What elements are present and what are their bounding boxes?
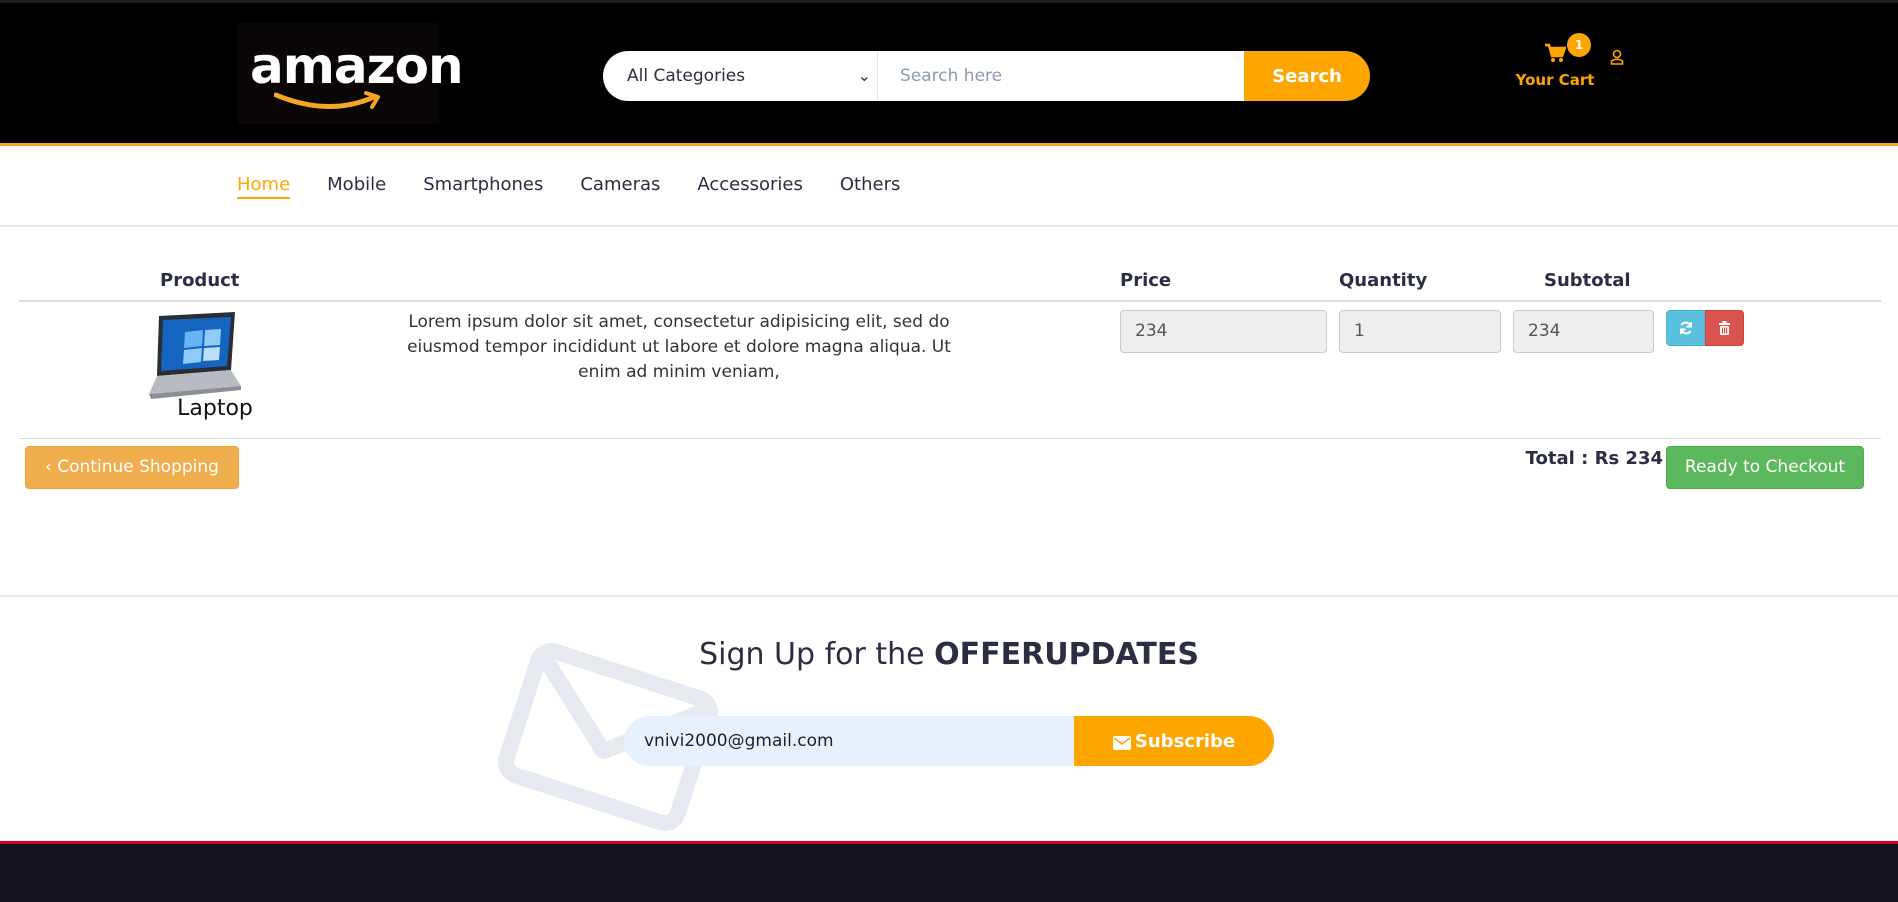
newsletter-email-input[interactable] <box>624 716 1074 766</box>
header-quantity: Quantity <box>1339 270 1428 291</box>
delete-button[interactable] <box>1705 310 1744 346</box>
newsletter-title-prefix: Sign Up for the <box>699 637 935 672</box>
cart-total: Total : Rs 234 <box>1525 448 1663 469</box>
price-field: 234 <box>1120 310 1327 353</box>
category-select-value: All Categories <box>627 66 746 86</box>
newsletter-section: Sign Up for the OFFERUPDATES Subscribe <box>0 595 1898 841</box>
table-row-divider <box>19 438 1881 439</box>
refresh-icon <box>1680 321 1692 335</box>
cart-link[interactable]: 1 Your Cart <box>1512 33 1598 91</box>
user-icon[interactable] <box>1610 49 1624 65</box>
nav-item-accessories[interactable]: Accessories <box>697 174 803 199</box>
nav-item-smartphones[interactable]: Smartphones <box>423 174 543 199</box>
product-name[interactable]: Laptop <box>109 396 321 421</box>
nav-item-mobile[interactable]: Mobile <box>327 174 386 199</box>
header-price: Price <box>1120 270 1172 291</box>
logo[interactable]: amazon <box>238 23 464 124</box>
nav-item-others[interactable]: Others <box>840 174 901 199</box>
subscribe-button[interactable]: Subscribe <box>1074 716 1274 766</box>
trash-icon <box>1719 321 1730 335</box>
nav-item-home[interactable]: Home <box>237 174 291 199</box>
update-button[interactable] <box>1666 310 1705 346</box>
logo-smile-icon <box>274 91 380 110</box>
cart-count-badge: 1 <box>1567 33 1591 57</box>
search-form: All Categories ⌄ Search <box>603 51 1370 101</box>
chevron-down-icon: ⌄ <box>857 66 871 85</box>
subscribe-label: Subscribe <box>1134 730 1236 752</box>
newsletter-title: Sign Up for the OFFERUPDATES <box>0 637 1898 672</box>
footer <box>0 841 1898 902</box>
logo-text: amazon <box>250 37 464 95</box>
continue-shopping-button[interactable]: ‹ Continue Shopping <box>25 446 239 489</box>
search-button[interactable]: Search <box>1244 51 1370 101</box>
chevron-left-icon: ‹ <box>45 457 52 477</box>
newsletter-title-bold: OFFERUPDATES <box>934 637 1199 672</box>
header-subtotal: Subtotal <box>1544 270 1631 291</box>
product-image-laptop <box>149 312 241 399</box>
table-header-divider <box>19 300 1881 302</box>
continue-shopping-label: Continue Shopping <box>57 457 219 477</box>
search-input[interactable] <box>878 51 1244 101</box>
header-product: Product <box>160 270 240 291</box>
cart-label: Your Cart <box>1515 71 1595 89</box>
nav-item-cameras[interactable]: Cameras <box>580 174 660 199</box>
subtotal-field: 234 <box>1513 310 1654 353</box>
header: amazon All Categories ⌄ Search 1 Your Ca… <box>0 0 1898 146</box>
product-description: Lorem ipsum dolor sit amet, consectetur … <box>407 312 951 382</box>
cart-icon <box>1545 43 1566 62</box>
checkout-button[interactable]: Ready to Checkout <box>1666 446 1864 489</box>
category-select[interactable]: All Categories ⌄ <box>603 51 878 101</box>
main-nav: Home Mobile Smartphones Cameras Accessor… <box>0 146 1898 227</box>
quantity-field[interactable]: 1 <box>1339 310 1501 353</box>
envelope-small-icon <box>1112 735 1131 750</box>
